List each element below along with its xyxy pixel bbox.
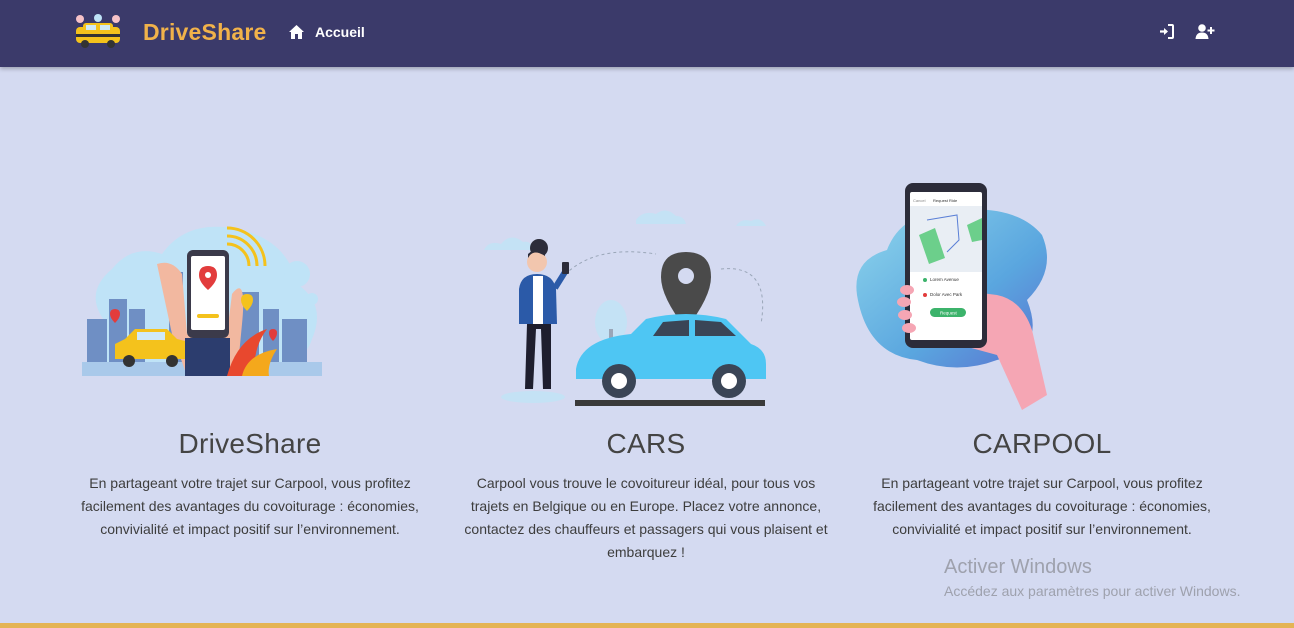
- nav-home-link[interactable]: Accueil: [288, 24, 365, 40]
- top-navbar: DriveShare Accueil: [0, 0, 1294, 67]
- card-description: En partageant votre trajet sur Carpool, …: [873, 475, 1211, 537]
- nav-home-label: Accueil: [315, 24, 365, 40]
- phone-from-label: Lorem Avenue: [930, 277, 959, 282]
- phone-request-button: Request: [940, 311, 958, 316]
- card-title: CARS: [606, 428, 686, 459]
- card-description: Carpool vous trouve le covoitureur idéal…: [464, 475, 828, 560]
- login-button[interactable]: [1158, 23, 1175, 45]
- watermark-title: Activer Windows: [944, 556, 1092, 578]
- watermark-subtitle: Accédez aux paramètres pour activer Wind…: [944, 583, 1241, 599]
- card-description: En partageant votre trajet sur Carpool, …: [81, 475, 419, 537]
- woman-car-illustration: [484, 210, 766, 406]
- sign-in-icon: [1160, 24, 1174, 39]
- card-title: DriveShare: [178, 428, 322, 459]
- city-taxi-illustration: [82, 226, 322, 376]
- bottom-accent-bar: [0, 623, 1294, 628]
- taxi-logo-icon: [76, 14, 120, 48]
- home-icon: [289, 25, 304, 39]
- phone-cancel-label: Cancel: [913, 198, 926, 203]
- card-title: CARPOOL: [972, 428, 1112, 459]
- brand-logo[interactable]: [72, 14, 124, 50]
- phone-app-illustration: Cancel Request Ride Lorem Avenue Dolor A…: [856, 183, 1047, 410]
- register-button[interactable]: [1195, 23, 1215, 45]
- phone-screen-title: Request Ride: [933, 198, 958, 203]
- activate-windows-watermark: Activer Windows Accédez aux paramètres p…: [944, 556, 1240, 599]
- user-plus-icon: [1195, 24, 1215, 39]
- brand-name[interactable]: DriveShare: [143, 19, 266, 46]
- phone-to-label: Dolor Avec Park: [930, 292, 963, 297]
